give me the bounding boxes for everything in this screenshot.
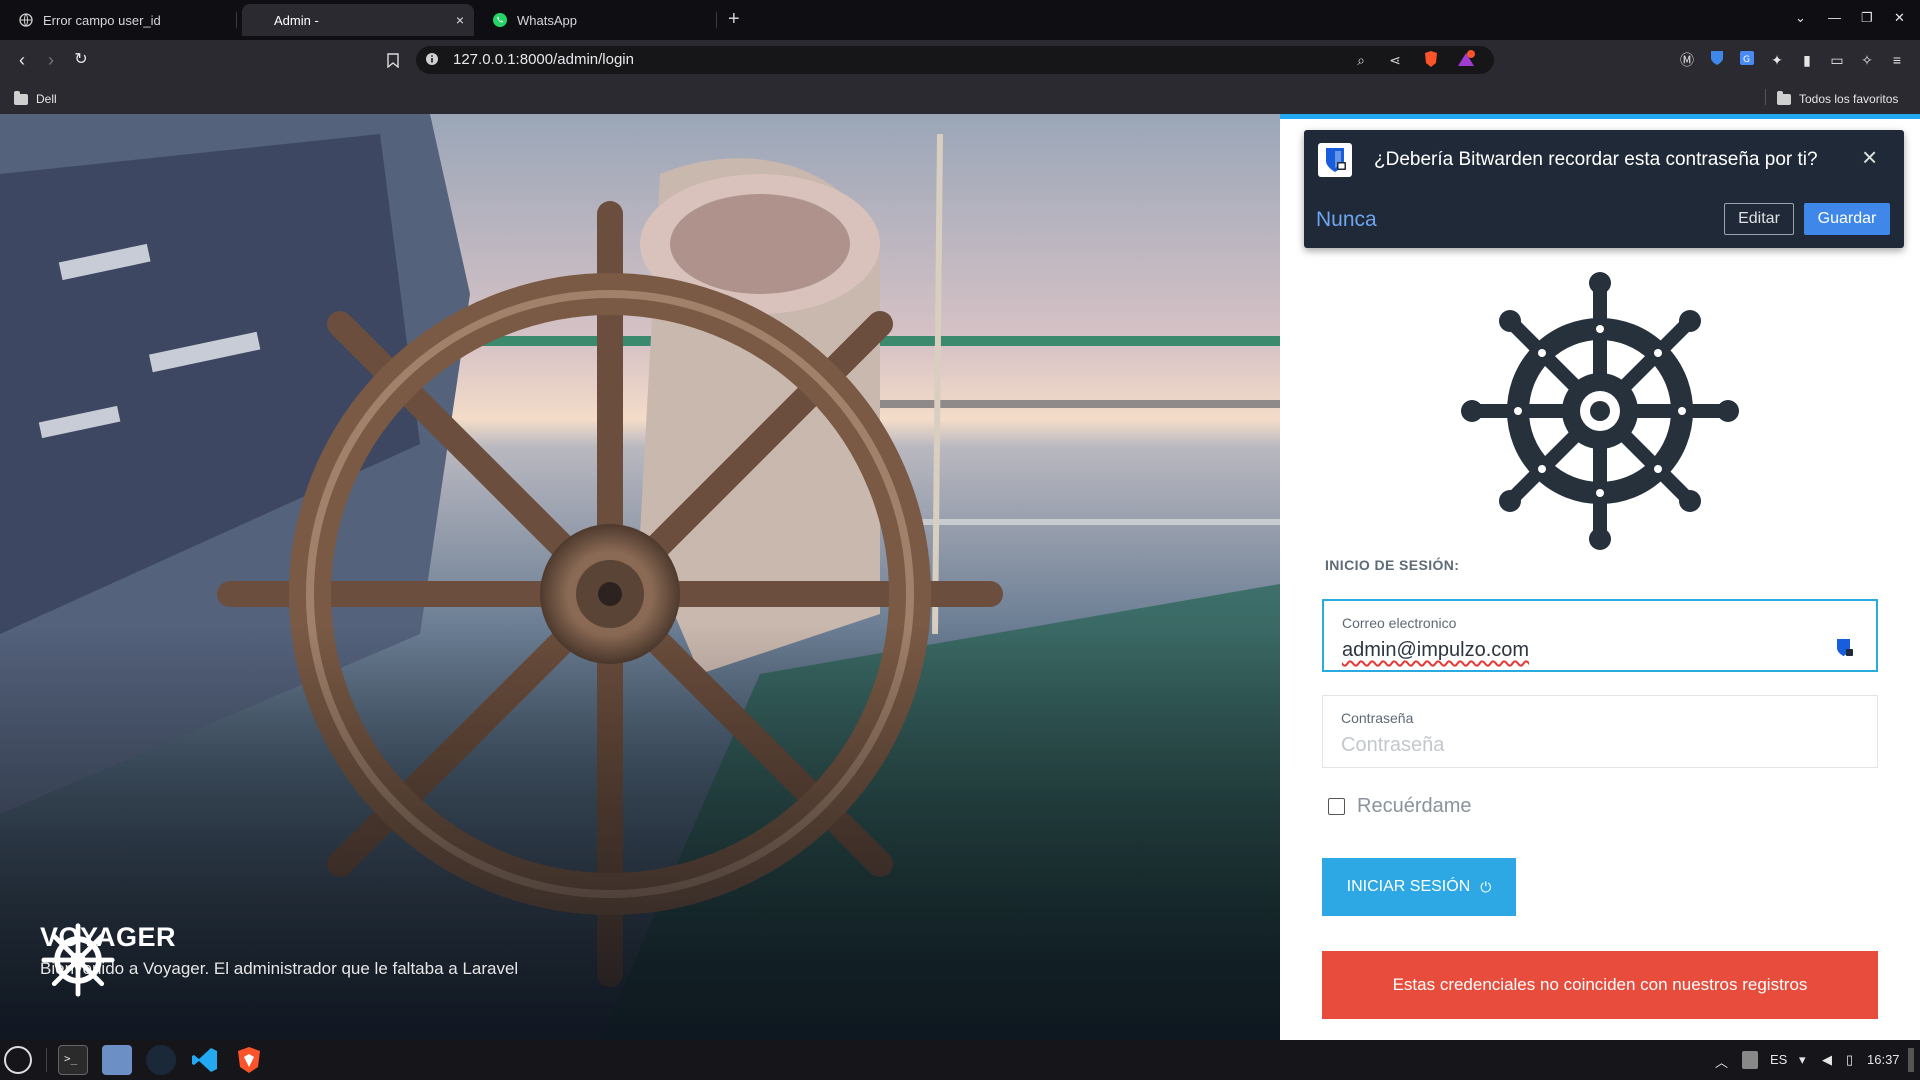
zoom-icon[interactable]: ⌕ [1351, 50, 1371, 70]
minimize-icon[interactable]: — [1828, 10, 1841, 25]
bookmark-label: Dell [36, 92, 57, 106]
tab-whatsapp[interactable]: WhatsApp [480, 4, 717, 36]
login-page: VOYAGER Bienvenido a Voyager. El adminis… [0, 114, 1920, 1040]
all-bookmarks[interactable]: Todos los favoritos [1777, 90, 1899, 106]
share-icon[interactable]: ⋖ [1385, 50, 1405, 70]
edit-button[interactable]: Editar [1724, 203, 1794, 235]
power-icon: ⏻ [1480, 878, 1492, 895]
bitwarden-autofill-icon[interactable] [1836, 637, 1854, 659]
volume-icon[interactable]: ◀ [1822, 1052, 1832, 1068]
globe-icon [18, 12, 34, 28]
helm-logo-icon [1461, 272, 1739, 550]
extension-m-icon[interactable]: Ⓜ [1677, 50, 1697, 70]
bookmark-icon[interactable] [382, 49, 404, 71]
url-text[interactable]: 127.0.0.1:8000/admin/login [453, 51, 634, 68]
taskbar: >_ ︿ ES ▾ ◀ ▯ 16:37 [0, 1040, 1920, 1080]
bookmark-folder-dell[interactable]: Dell [14, 90, 57, 106]
remember-me[interactable]: Recuérdame [1328, 795, 1472, 818]
bookmark-label: Todos los favoritos [1799, 92, 1899, 106]
keyboard-layout[interactable]: ES [1770, 1052, 1787, 1067]
brave-rewards-icon[interactable] [1456, 50, 1476, 70]
bookmarks-bar: Dell Todos los favoritos [0, 80, 1920, 114]
tab-title: Error campo user_id [43, 12, 161, 28]
bitwarden-save-prompt: ¿Debería Bitwarden recordar esta contras… [1304, 130, 1904, 248]
close-window-icon[interactable]: ✕ [1894, 10, 1905, 26]
bitwarden-header: ¿Debería Bitwarden recordar esta contras… [1304, 130, 1904, 190]
remember-label: Recuérdame [1357, 795, 1472, 817]
terminal-icon[interactable]: >_ [58, 1045, 88, 1075]
menu-icon[interactable]: ≡ [1887, 50, 1907, 70]
vscode-icon[interactable] [190, 1045, 220, 1075]
close-icon[interactable]: × [1862, 142, 1877, 173]
show-desktop-button[interactable] [1908, 1048, 1914, 1072]
tray-notification-icon[interactable] [1742, 1051, 1758, 1069]
whatsapp-icon [492, 12, 508, 28]
login-panel: ¿Debería Bitwarden recordar esta contras… [1280, 114, 1920, 1040]
svg-text:G: G [1743, 55, 1750, 65]
tab-title: WhatsApp [517, 12, 577, 28]
email-field[interactable]: Correo electronico admin@impulzo.com [1322, 599, 1878, 672]
bitwarden-extension-icon[interactable] [1707, 50, 1727, 70]
tab-strip: Error campo user_id Admin - × WhatsApp +… [0, 0, 1920, 40]
brave-shields-icon[interactable] [1421, 50, 1441, 70]
save-button[interactable]: Guardar [1804, 203, 1890, 235]
error-alert: Estas credenciales no coinciden con nues… [1322, 951, 1878, 1019]
forward-icon[interactable]: › [40, 49, 62, 71]
sidebar-icon[interactable]: ▮ [1797, 50, 1817, 70]
voyager-helm-logo-icon [41, 923, 115, 997]
close-tab-icon[interactable]: × [456, 12, 464, 28]
brave-browser-icon[interactable] [234, 1045, 264, 1075]
tab-search-chevron-icon[interactable]: ⌄ [1795, 10, 1806, 26]
login-heading: INICIO DE SESIÓN: [1325, 557, 1460, 573]
reload-icon[interactable]: ↻ [70, 49, 92, 71]
divider [1765, 89, 1766, 105]
wifi-icon[interactable]: ▾ [1799, 1052, 1806, 1068]
bitwarden-logo-icon [1318, 143, 1352, 177]
email-value[interactable]: admin@impulzo.com [1342, 639, 1529, 662]
new-tab-button[interactable]: + [728, 8, 740, 30]
folder-icon [1777, 90, 1791, 105]
brand-block: VOYAGER Bienvenido a Voyager. El adminis… [40, 922, 518, 997]
bitwarden-question: ¿Debería Bitwarden recordar esta contras… [1374, 149, 1818, 170]
site-info-icon[interactable] [422, 51, 442, 69]
login-button-label: INICIAR SESIÓN [1346, 878, 1471, 895]
file-manager-icon[interactable] [102, 1045, 132, 1075]
accent-bar [1280, 114, 1920, 119]
tray-expand-icon[interactable]: ︿ [1715, 1052, 1728, 1071]
puzzle-icon[interactable]: ✦ [1767, 50, 1787, 70]
tab-title: Admin - [274, 12, 319, 28]
error-message: Estas credenciales no coinciden con nues… [1392, 975, 1808, 994]
steam-icon[interactable] [146, 1045, 176, 1075]
folder-icon [14, 90, 28, 105]
tab-admin[interactable]: Admin - × [242, 4, 474, 36]
password-field[interactable]: Contraseña Contraseña [1322, 695, 1878, 768]
tab-error-campo[interactable]: Error campo user_id [6, 4, 237, 36]
maximize-icon[interactable]: ❐ [1861, 10, 1873, 26]
battery-icon[interactable]: ▯ [1846, 1052, 1853, 1068]
login-button[interactable]: INICIAR SESIÓN ⏻ [1322, 858, 1516, 916]
password-label: Contraseña [1341, 710, 1414, 726]
start-menu-icon[interactable] [4, 1046, 32, 1074]
divider [46, 1048, 47, 1072]
hero-background-image: VOYAGER Bienvenido a Voyager. El adminis… [0, 114, 1280, 1040]
remember-checkbox[interactable] [1328, 798, 1345, 815]
back-icon[interactable]: ‹ [11, 49, 33, 71]
email-label: Correo electronico [1342, 615, 1457, 631]
leo-icon[interactable]: ✧ [1857, 50, 1877, 70]
translate-icon[interactable]: G [1737, 50, 1757, 70]
never-button[interactable]: Nunca [1316, 208, 1377, 232]
password-input[interactable]: Contraseña [1341, 734, 1444, 757]
wallet-icon[interactable]: ▭ [1827, 50, 1847, 70]
clock[interactable]: 16:37 [1867, 1052, 1900, 1067]
